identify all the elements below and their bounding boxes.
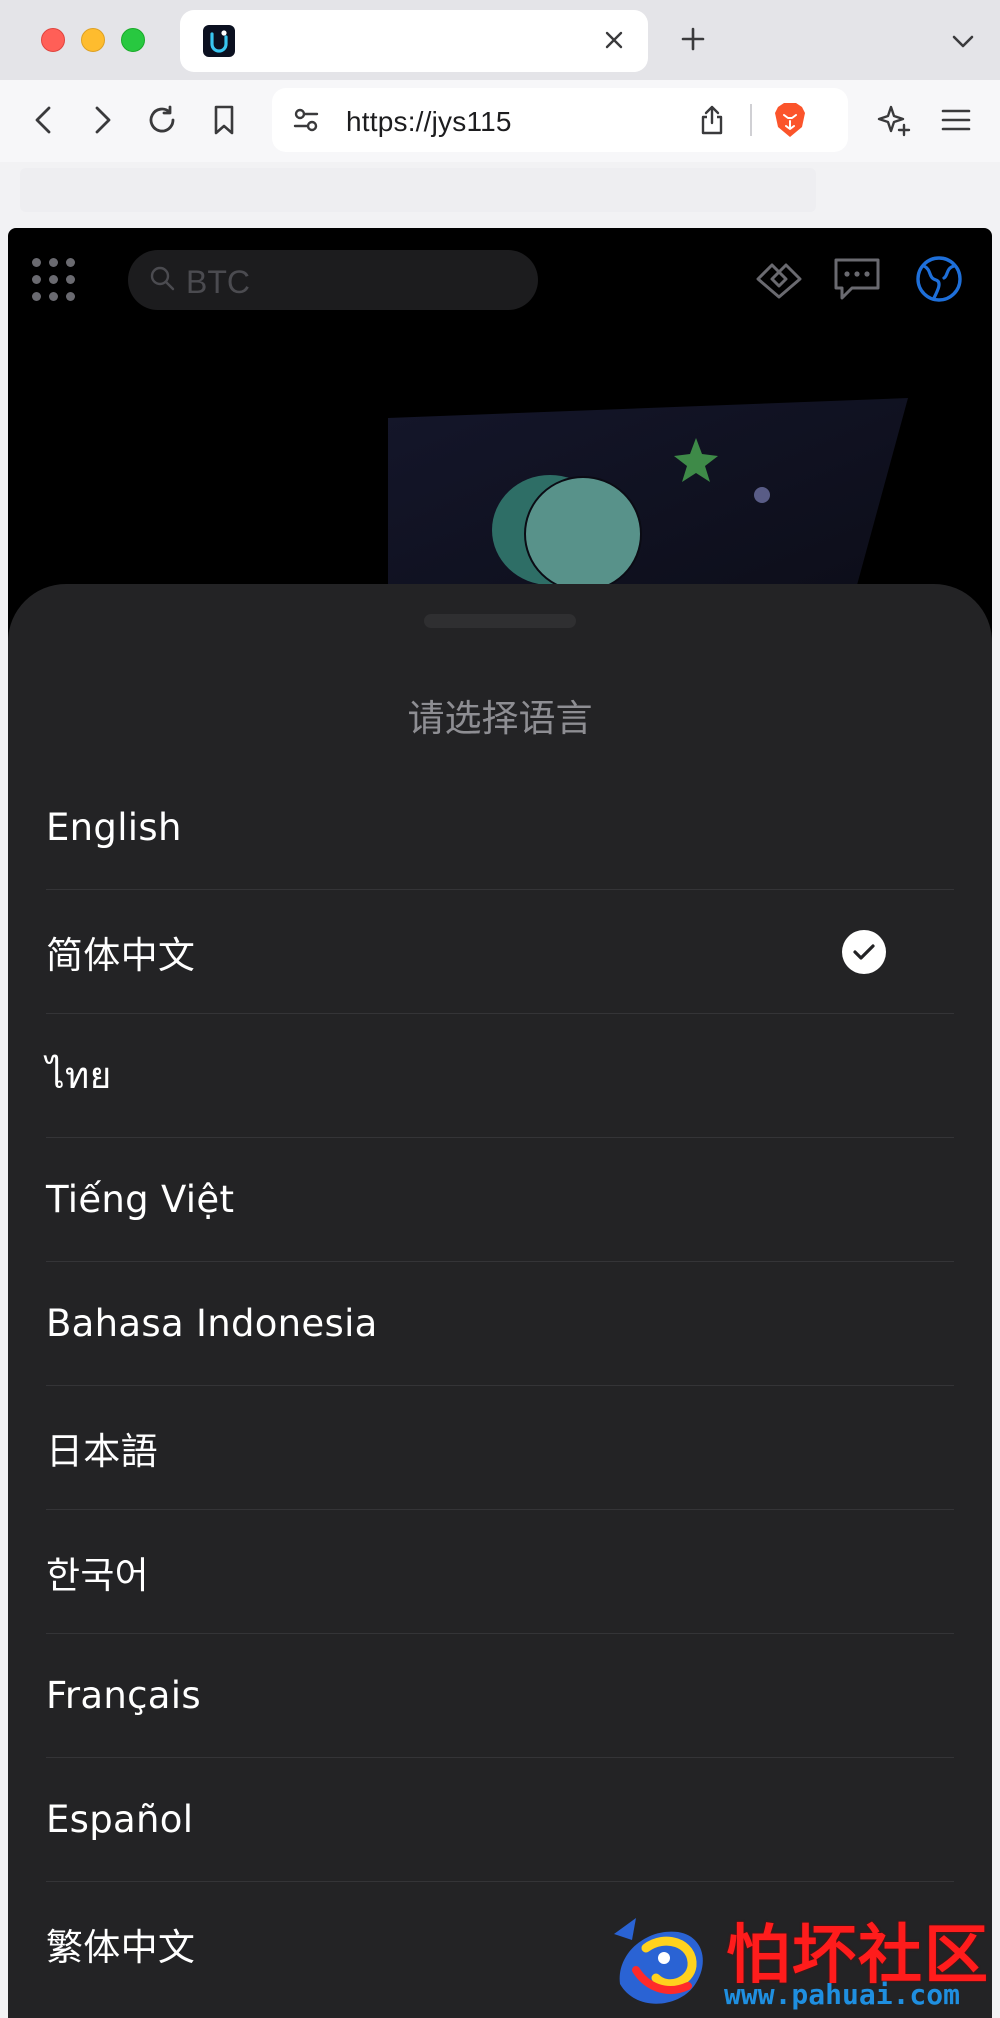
watermark: 怕坏社区 www.pahuai.com [606, 1908, 1000, 2018]
page-viewport: BTC 请选择语言 English 简体中文 ไทย Tiếng Việt Ba… [8, 228, 992, 2018]
close-icon[interactable] [596, 22, 632, 58]
search-input[interactable]: BTC [128, 250, 538, 310]
language-label: 한국어 [46, 1553, 150, 1597]
language-option-korean[interactable]: 한국어 [46, 1510, 954, 1634]
sheet-title: 请选择语言 [407, 697, 593, 740]
bookmark-icon[interactable] [202, 98, 246, 142]
browser-tab-bar [0, 0, 1000, 80]
tune-icon[interactable] [286, 100, 326, 140]
forward-icon[interactable] [80, 98, 124, 142]
language-label: English [46, 806, 182, 849]
language-option-spanish[interactable]: Español [46, 1758, 954, 1882]
back-icon[interactable] [22, 98, 66, 142]
language-option-simplified-chinese[interactable]: 简体中文 [46, 890, 954, 1014]
language-label: Español [46, 1798, 194, 1841]
handshake-icon[interactable] [752, 252, 806, 306]
language-option-indonesian[interactable]: Bahasa Indonesia [46, 1262, 954, 1386]
window-zoom-button[interactable] [121, 28, 145, 52]
url-text[interactable]: https://jys115 [346, 106, 512, 138]
language-option-vietnamese[interactable]: Tiếng Việt [46, 1138, 954, 1262]
language-option-japanese[interactable]: 日本語 [46, 1386, 954, 1510]
globe-icon[interactable] [912, 252, 966, 306]
language-label: 繁体中文 [46, 1926, 196, 1969]
blurred-banner [20, 168, 816, 212]
grid-icon[interactable] [30, 256, 78, 304]
menu-icon[interactable] [934, 98, 978, 142]
search-placeholder: BTC [186, 264, 250, 300]
window-minimize-button[interactable] [81, 28, 105, 52]
watermark-url: www.pahuai.com [724, 1978, 961, 2011]
language-list: English 简体中文 ไทย Tiếng Việt Bahasa Indon… [46, 766, 954, 2006]
chat-icon[interactable] [830, 252, 884, 306]
language-label: 简体中文 [46, 933, 196, 977]
language-sheet: 请选择语言 English 简体中文 ไทย Tiếng Việt Bahasa… [8, 584, 992, 2018]
app-header: BTC [8, 228, 992, 328]
browser-toolbar: https://jys115 [0, 80, 1000, 162]
language-option-english[interactable]: English [46, 766, 954, 890]
language-label: Bahasa Indonesia [46, 1302, 378, 1345]
reload-icon[interactable] [140, 98, 184, 142]
sparkle-icon[interactable] [872, 98, 916, 142]
search-icon [150, 266, 175, 291]
plus-icon[interactable] [676, 22, 710, 56]
language-label: 日本語 [46, 1429, 158, 1473]
browser-tab-active[interactable] [180, 10, 648, 72]
language-label: ไทย [46, 1054, 112, 1097]
watermark-logo-icon [614, 1918, 703, 2004]
share-icon[interactable] [692, 100, 732, 140]
divider [750, 104, 752, 136]
window-close-button[interactable] [41, 28, 65, 52]
language-option-thai[interactable]: ไทย [46, 1014, 954, 1138]
language-option-french[interactable]: Français [46, 1634, 954, 1758]
brave-lion-icon[interactable] [768, 98, 812, 142]
site-favicon-icon [203, 25, 235, 57]
checkmark-icon [842, 930, 886, 974]
address-bar[interactable]: https://jys115 [272, 88, 848, 152]
language-label: Tiếng Việt [46, 1178, 235, 1221]
chevron-down-icon[interactable] [946, 24, 980, 58]
language-label: Français [46, 1674, 201, 1717]
sheet-grabber[interactable] [424, 614, 576, 628]
